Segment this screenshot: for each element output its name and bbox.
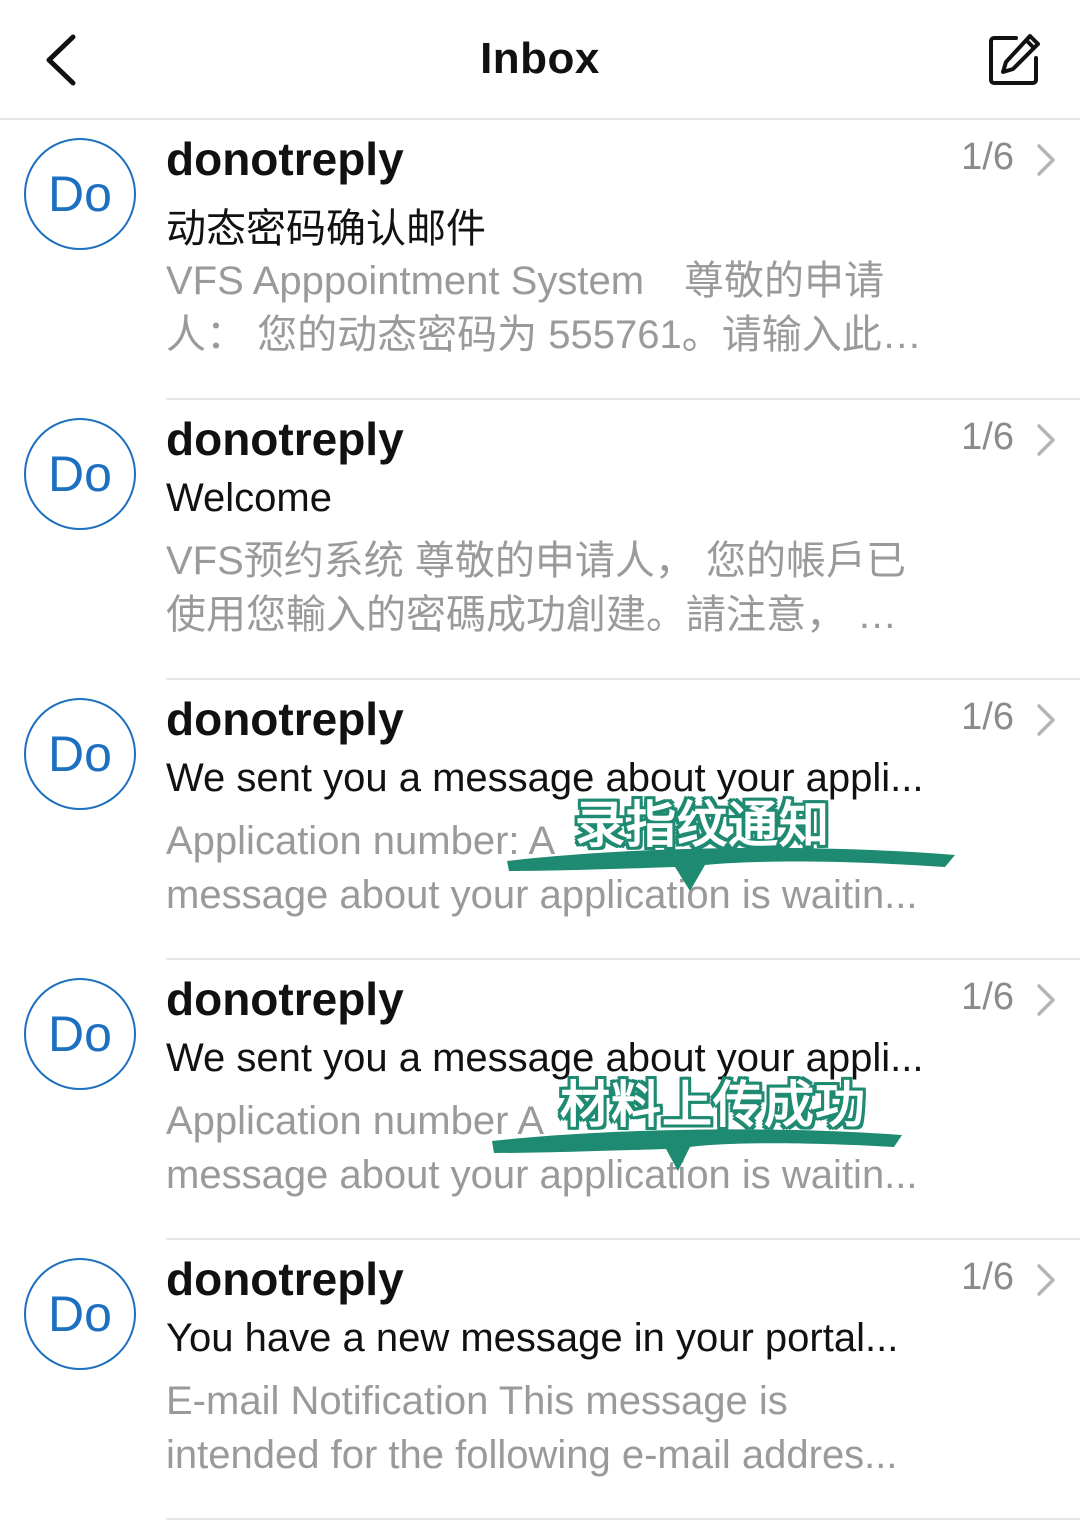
sender-name: donotreply — [166, 413, 404, 465]
chevron-right-icon — [1037, 1264, 1055, 1296]
chevron-right-icon — [1037, 424, 1055, 456]
sender-name: donotreply — [166, 973, 404, 1025]
sender-name: donotreply — [166, 1253, 404, 1305]
thread-count: 1/6 — [961, 136, 1014, 178]
chevron-right-icon — [1037, 144, 1055, 176]
avatar: Do — [24, 1258, 136, 1370]
message-subject: Welcome — [166, 476, 332, 520]
thread-count: 1/6 — [961, 1256, 1014, 1298]
sender-name: donotreply — [166, 693, 404, 745]
chevron-right-icon — [1037, 984, 1055, 1016]
page-title: Inbox — [480, 34, 600, 83]
message-row[interactable]: Do donotreply 1/6 You have a new message… — [0, 1240, 1080, 1520]
thread-count: 1/6 — [961, 696, 1014, 738]
compose-icon — [989, 34, 1040, 85]
message-subject: We sent you a message about your appli..… — [166, 1036, 924, 1080]
message-row[interactable]: Do donotreply 1/6 动态密码确认邮件 VFS Apppointm… — [0, 120, 1080, 400]
message-preview: Application number A message about your … — [166, 1099, 918, 1197]
message-row[interactable]: Do donotreply 1/6 We sent you a message … — [0, 960, 1080, 1240]
navigation-bar: Inbox — [0, 0, 1080, 120]
avatar: Do — [24, 978, 136, 1090]
message-preview: E-mail Notification This message is inte… — [166, 1379, 898, 1477]
sender-name: donotreply — [166, 133, 404, 185]
message-subject: We sent you a message about your appli..… — [166, 756, 924, 800]
compose-button[interactable] — [982, 28, 1046, 92]
message-row[interactable]: Do donotreply 1/6 Welcome VFS预约系统 尊敬的申请人… — [0, 400, 1080, 680]
chevron-right-icon — [1037, 704, 1055, 736]
message-preview: VFS预约系统 尊敬的申请人， 您的帳戶已 使用您輸入的密碼成功創建。請注意， … — [166, 539, 907, 637]
thread-count: 1/6 — [961, 416, 1014, 458]
message-preview: Application number: A message about your… — [166, 819, 918, 917]
message-subject: 动态密码确认邮件 — [166, 207, 486, 251]
message-row[interactable]: Do donotreply 1/6 We sent you a message … — [0, 680, 1080, 960]
message-preview: VFS Apppointment System 尊敬的申请 人： 您的动态密码为… — [166, 259, 922, 357]
message-list: Do donotreply 1/6 动态密码确认邮件 VFS Apppointm… — [0, 120, 1080, 1520]
message-subject: You have a new message in your portal... — [166, 1316, 899, 1360]
avatar: Do — [24, 138, 136, 250]
avatar: Do — [24, 698, 136, 810]
avatar: Do — [24, 418, 136, 530]
thread-count: 1/6 — [961, 976, 1014, 1018]
